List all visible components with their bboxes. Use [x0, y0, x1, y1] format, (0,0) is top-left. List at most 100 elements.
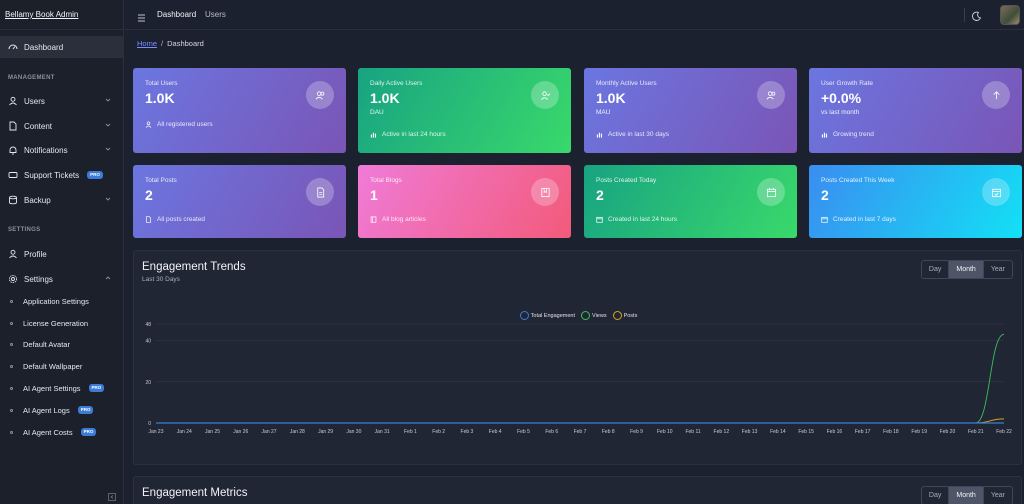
sidebar-subitem-label: License Generation — [23, 318, 89, 328]
breadcrumb-current: Dashboard — [167, 39, 204, 48]
bullet-icon — [10, 430, 13, 434]
sidebar-subitem-ai-agent-logs[interactable]: AI Agent Logs PRO — [0, 400, 124, 420]
sidebar-item-notifications[interactable]: Notifications — [0, 139, 124, 161]
x-tick-label: Jan 24 — [177, 429, 192, 435]
x-tick-label: Feb 8 — [602, 429, 615, 435]
book-icon — [531, 178, 559, 206]
moon-icon[interactable] — [971, 9, 982, 21]
bullet-icon — [10, 408, 13, 412]
stat-footer-text: Growing trend — [833, 131, 874, 138]
stat-footer-text: All posts created — [157, 216, 206, 223]
brand-title[interactable]: Bellamy Book Admin — [0, 0, 123, 30]
engagement-metrics-panel: Engagement Metrics Day Month Year — [133, 476, 1022, 504]
sidebar-item-dashboard[interactable]: Dashboard — [0, 36, 124, 58]
sidebar-item-label: Support Tickets — [24, 170, 80, 180]
x-tick-label: Feb 22 — [996, 429, 1012, 435]
sidebar-subitem-label: AI Agent Settings — [23, 383, 81, 393]
pro-badge: PRO — [87, 171, 103, 179]
chevron-down-icon — [104, 195, 112, 203]
sidebar-subitem-ai-agent-settings[interactable]: AI Agent Settings PRO — [0, 378, 124, 398]
chevron-down-icon — [104, 96, 112, 104]
avatar[interactable] — [1000, 5, 1020, 25]
stat-unit: DAU — [370, 109, 384, 116]
sidebar-item-backup[interactable]: Backup — [0, 189, 124, 211]
stat-card-daily-active-users: Daily Active Users 1.0K DAU Active in la… — [358, 68, 571, 153]
stat-footer: Created in last 7 days — [821, 216, 896, 223]
x-tick-label: Jan 27 — [262, 429, 277, 435]
x-tick-label: Feb 6 — [545, 429, 558, 435]
section-settings-label: SETTINGS — [8, 227, 41, 233]
stat-footer-text: All registered users — [157, 121, 213, 128]
sidebar-subitem-license-generation[interactable]: License Generation — [0, 313, 124, 333]
hamburger-menu-icon[interactable] — [137, 10, 147, 22]
x-tick-label: Jan 28 — [290, 429, 305, 435]
x-tick-label: Feb 12 — [714, 429, 730, 435]
sidebar-subitem-default-wallpaper[interactable]: Default Wallpaper — [0, 356, 124, 376]
divider — [964, 8, 965, 22]
book-icon — [370, 216, 377, 223]
sidebar-item-profile[interactable]: Profile — [0, 243, 124, 265]
sidebar-item-content[interactable]: Content — [0, 115, 124, 137]
users-icon — [757, 81, 785, 109]
top-nav-dashboard-link[interactable]: Dashboard — [157, 10, 196, 19]
sidebar-subitem-label: AI Agent Logs — [23, 405, 70, 415]
stat-label: Daily Active Users — [370, 80, 423, 87]
gear-icon — [8, 274, 18, 284]
sidebar-item-support-tickets[interactable]: Support Tickets PRO — [0, 164, 124, 186]
stat-card-posts-created-this-week: Posts Created This Week 2 Created in las… — [809, 165, 1022, 238]
user-icon — [8, 96, 18, 106]
x-tick-label: Feb 19 — [911, 429, 927, 435]
sidebar-item-users[interactable]: Users — [0, 90, 124, 112]
user-check-icon — [531, 81, 559, 109]
range-month-button[interactable]: Month — [949, 487, 984, 504]
stat-card-monthly-active-users: Monthly Active Users 1.0K MAU Active in … — [584, 68, 797, 153]
pro-badge: PRO — [80, 428, 97, 436]
x-tick-label: Feb 16 — [827, 429, 843, 435]
arrow-up-icon — [982, 81, 1010, 109]
sidebar-item-settings[interactable]: Settings — [0, 268, 124, 290]
stat-card-total-posts: Total Posts 2 All posts created — [133, 165, 346, 238]
chevron-down-icon — [104, 121, 112, 129]
range-day-button[interactable]: Day — [922, 487, 950, 504]
sidebar-subitem-label: Default Avatar — [23, 339, 70, 349]
x-tick-label: Feb 1 — [404, 429, 417, 435]
stat-footer-text: Created in last 24 hours — [608, 216, 678, 223]
bell-icon — [8, 145, 18, 155]
sidebar-subitem-default-avatar[interactable]: Default Avatar — [0, 334, 124, 354]
sidebar-item-label: Users — [24, 96, 45, 106]
bar-chart-icon — [370, 132, 377, 138]
x-tick-label: Feb 2 — [432, 429, 445, 435]
top-nav-users-link[interactable]: Users — [205, 10, 226, 19]
sidebar-item-label: Dashboard — [24, 42, 64, 52]
x-tick-label: Jan 23 — [148, 429, 163, 435]
sidebar-subitem-ai-agent-costs[interactable]: AI Agent Costs PRO — [0, 422, 124, 442]
stat-label: User Growth Rate — [821, 80, 874, 87]
stat-label: Posts Created Today — [596, 177, 657, 184]
engagement-trends-chart: 0 20 40 48 Jan 23 Jan 24 Jan 25 Jan 26 Jan 27 Jan… — [145, 322, 1012, 435]
stat-footer: Active in last 30 days — [596, 131, 669, 138]
stat-label: Monthly Active Users — [596, 80, 657, 87]
sidebar-item-label: Backup — [24, 195, 51, 205]
sidebar-subitem-label: Default Wallpaper — [23, 361, 83, 371]
x-tick-label: Feb 3 — [461, 429, 474, 435]
bullet-icon — [10, 299, 13, 303]
x-tick-label: Feb 4 — [489, 429, 502, 435]
x-tick-label: Feb 20 — [940, 429, 956, 435]
x-tick-label: Feb 11 — [685, 429, 700, 435]
user-icon — [145, 121, 152, 128]
bullet-icon — [10, 364, 13, 368]
x-tick-label: Jan 31 — [375, 429, 390, 435]
stat-label: Total Users — [145, 80, 178, 87]
breadcrumb-home-link[interactable]: Home — [137, 39, 157, 48]
sidebar: Bellamy Book Admin Dashboard MANAGEMENT … — [0, 0, 124, 504]
range-year-button[interactable]: Year — [984, 487, 1012, 504]
x-tick-label: Feb 10 — [657, 429, 673, 435]
y-tick-label: 40 — [145, 339, 151, 345]
sidebar-subitem-application-settings[interactable]: Application Settings — [0, 291, 124, 311]
stat-footer: Created in last 24 hours — [596, 216, 677, 223]
top-bar: Dashboard Users — [125, 0, 1024, 30]
stat-label: Total Blogs — [370, 177, 402, 184]
bullet-icon — [10, 386, 13, 390]
collapse-sidebar-icon[interactable] — [108, 488, 116, 501]
x-tick-label: Feb 21 — [968, 429, 984, 435]
